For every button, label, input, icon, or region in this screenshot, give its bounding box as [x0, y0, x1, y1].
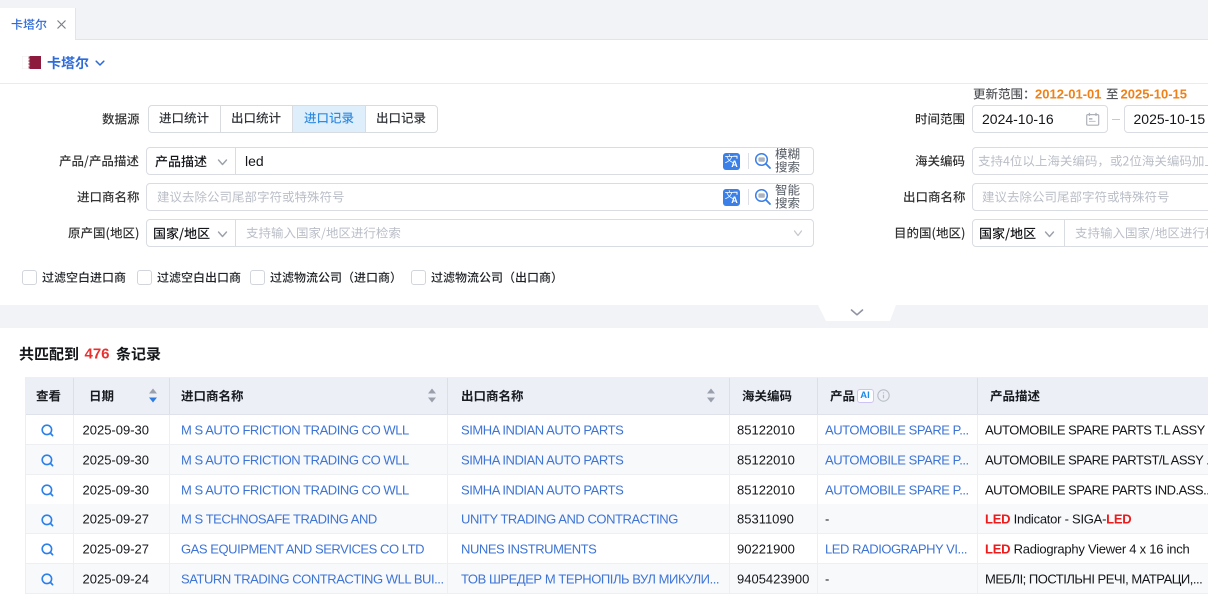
svg-text:A: A [731, 195, 738, 205]
svg-text:A: A [731, 159, 738, 169]
